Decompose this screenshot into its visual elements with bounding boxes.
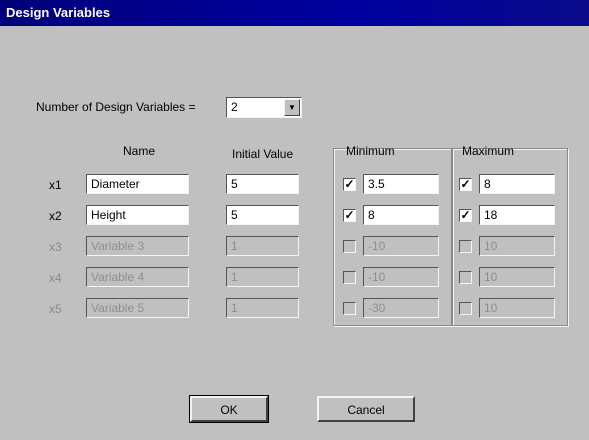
design-variable-count-value: 2 xyxy=(231,100,238,114)
chevron-down-icon[interactable]: ▼ xyxy=(284,99,300,116)
minimum-value-field: -30 xyxy=(363,298,439,318)
maximum-checkbox[interactable]: ✓ xyxy=(459,209,472,222)
column-header-initial-value: Initial Value xyxy=(232,147,294,161)
maximum-value-field[interactable]: 8 xyxy=(479,174,555,194)
maximum-value-field: 10 xyxy=(479,298,555,318)
maximum-value-field: 10 xyxy=(479,236,555,256)
variable-id-label: x2 xyxy=(49,209,62,223)
ok-button[interactable]: OK xyxy=(189,395,269,423)
maximum-value-field[interactable]: 18 xyxy=(479,205,555,225)
minimum-value-field: -10 xyxy=(363,236,439,256)
maximum-checkbox xyxy=(459,302,472,315)
column-header-minimum: Minimum xyxy=(346,144,395,158)
variable-id-label: x3 xyxy=(49,240,62,254)
minimum-checkbox[interactable]: ✓ xyxy=(343,209,356,222)
column-header-name: Name xyxy=(123,144,156,158)
design-variable-count-label: Number of Design Variables = xyxy=(36,100,196,114)
initial-value-field[interactable]: 5 xyxy=(226,174,299,194)
minimum-value-field[interactable]: 8 xyxy=(363,205,439,225)
maximum-checkbox xyxy=(459,271,472,284)
initial-value-field: 1 xyxy=(226,236,299,256)
column-header-maximum: Maximum xyxy=(462,144,515,158)
variable-id-label: x5 xyxy=(49,302,62,316)
initial-value-field: 1 xyxy=(226,298,299,318)
variable-name-field: Variable 3 xyxy=(86,236,189,256)
variable-name-field[interactable]: Diameter xyxy=(86,174,189,194)
cancel-button[interactable]: Cancel xyxy=(317,396,415,422)
minimum-checkbox[interactable]: ✓ xyxy=(343,178,356,191)
minimum-checkbox xyxy=(343,271,356,284)
variable-name-field[interactable]: Height xyxy=(86,205,189,225)
variable-name-field: Variable 5 xyxy=(86,298,189,318)
variable-name-field: Variable 4 xyxy=(86,267,189,287)
minimum-value-field: -10 xyxy=(363,267,439,287)
minimum-checkbox xyxy=(343,240,356,253)
variable-id-label: x1 xyxy=(49,178,62,192)
minimum-value-field[interactable]: 3.5 xyxy=(363,174,439,194)
minimum-checkbox xyxy=(343,302,356,315)
maximum-checkbox xyxy=(459,240,472,253)
variable-id-label: x4 xyxy=(49,271,62,285)
maximum-checkbox[interactable]: ✓ xyxy=(459,178,472,191)
window-title: Design Variables xyxy=(6,5,111,20)
initial-value-field[interactable]: 5 xyxy=(226,205,299,225)
maximum-value-field: 10 xyxy=(479,267,555,287)
initial-value-field: 1 xyxy=(226,267,299,287)
design-variable-count-select[interactable]: 2 ▼ xyxy=(226,97,302,118)
title-bar: Design Variables xyxy=(0,0,589,26)
